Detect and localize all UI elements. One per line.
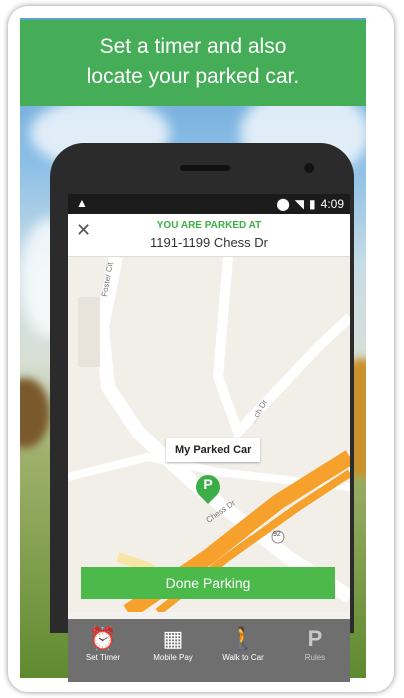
nav-set-timer-label: Set Timer <box>85 653 121 662</box>
navigation-arrow-icon: ▲ <box>76 196 88 210</box>
parking-sign-icon: P <box>307 626 323 651</box>
parked-car-callout[interactable]: My Parked Car <box>166 438 261 462</box>
done-parking-button[interactable]: Done Parking <box>81 567 335 599</box>
parked-label: YOU ARE PARKED AT <box>156 220 262 231</box>
parking-header: ✕ YOU ARE PARKED AT 1191-1199 Chess Dr <box>68 214 350 257</box>
banner-line-2: locate your parked car. <box>86 65 300 88</box>
nav-walk-to-car[interactable]: 🚶 Walk to Car <box>208 625 278 662</box>
banner-line-1: Set a timer and also <box>99 35 287 58</box>
nav-mobile-pay-label: Mobile Pay <box>153 653 193 662</box>
nav-walk-label: Walk to Car <box>222 653 264 662</box>
mobile-pay-icon: ▦ <box>162 626 184 651</box>
nav-rules-label: Rules <box>304 653 326 662</box>
location-icon: ⬤ <box>276 197 290 211</box>
wifi-icon: ◥ <box>294 197 305 211</box>
bottom-navigation: ⏰ Set Timer ▦ Mobile Pay 🚶 Walk to Car P… <box>68 619 350 682</box>
map-canvas <box>68 255 350 619</box>
nav-rules[interactable]: P Rules <box>280 625 350 662</box>
promo-banner: Set a timer and also locate your parked … <box>20 20 366 106</box>
nav-set-timer[interactable]: ⏰ Set Timer <box>68 625 138 662</box>
front-camera <box>304 163 314 173</box>
map-view[interactable]: Foster Cit Chess Dr ...ch Dr 92 My Parke… <box>68 255 350 619</box>
parked-address: 1191-1199 Chess Dr <box>149 235 269 250</box>
alarm-clock-icon: ⏰ <box>89 626 117 651</box>
pin-letter: P <box>203 476 213 492</box>
walking-person-icon: 🚶 <box>229 626 257 651</box>
status-time: 4:09 <box>320 197 344 211</box>
highway-shield-92: 92 <box>273 531 281 538</box>
status-bar: ▲ ⬤ ◥ ▮ 4:09 <box>68 194 350 214</box>
nav-mobile-pay[interactable]: ▦ Mobile Pay <box>138 625 208 662</box>
phone-screen: ▲ ⬤ ◥ ▮ 4:09 ✕ YOU ARE PARKED AT 1191-11… <box>68 194 350 682</box>
battery-icon: ▮ <box>309 197 316 211</box>
speaker-grille <box>180 165 230 171</box>
